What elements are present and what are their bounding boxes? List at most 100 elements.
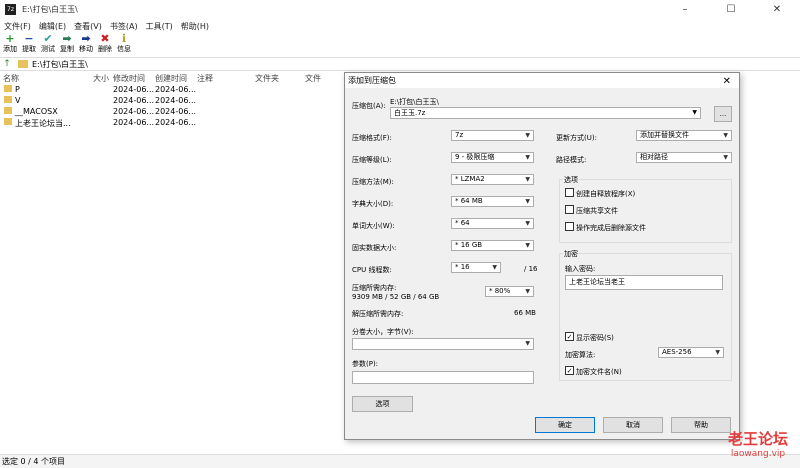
word-label: 单词大小(W): [352,222,395,230]
shared-checkbox[interactable] [565,205,574,214]
chevron-down-icon[interactable]: ▼ [692,108,697,118]
menu-help[interactable]: 帮助(H) [181,21,209,32]
method-value: * LZMA2 [455,175,485,183]
delete-after-checkbox[interactable] [565,222,574,231]
dialog-title-bar: 添加到压缩包 ✕ [345,73,739,88]
file-name: __MACOSX [15,107,58,116]
delete-button[interactable]: ✖ 删除 [96,33,114,56]
folder-icon [4,85,12,92]
address-path[interactable]: E:\打包\白王玉\ [32,59,88,70]
file-modified: 2024-06... [113,85,155,94]
decomp-value: 66 MB [514,309,536,317]
info-label: 信息 [117,45,131,53]
info-button[interactable]: ℹ 信息 [115,33,133,56]
options-button[interactable]: 选项 [352,396,413,412]
menu-file[interactable]: 文件(F) [4,21,31,32]
chevron-down-icon: ▼ [723,154,728,161]
table-row[interactable]: 上老王论坛当... 2024-06... 2024-06... [0,118,345,129]
update-label: 更新方式(U): [556,134,597,142]
copy-button[interactable]: ➡ 复制 [58,33,76,56]
extract-button[interactable]: − 提取 [20,33,38,56]
chevron-down-icon: ▼ [525,198,530,205]
title-bar: 7z E:\打包\白王玉\ – ☐ ✕ [0,0,800,19]
col-name[interactable]: 名称 [3,73,19,84]
chevron-down-icon: ▼ [723,132,728,139]
archive-name-input[interactable]: 白王玉.7z ▼ [390,107,701,119]
solid-value: * 16 GB [455,241,483,249]
dialog-title: 添加到压缩包 [348,76,396,85]
word-select[interactable]: * 64 ▼ [451,218,534,229]
up-folder-icon[interactable]: ↑ [0,59,14,69]
file-modified: 2024-06... [113,96,155,105]
file-created: 2024-06... [155,96,197,105]
close-icon[interactable]: ✕ [723,74,731,89]
extract-icon: − [24,32,34,45]
menu-bookmarks[interactable]: 书签(A) [110,21,138,32]
browse-button[interactable]: ... [714,106,732,122]
close-button[interactable]: ✕ [754,0,800,19]
password-input[interactable]: 上老王论坛当老王 [565,275,723,290]
copy-label: 复制 [60,45,74,53]
delete-after-label: 操作完成后删除源文件 [576,224,646,232]
move-button[interactable]: ➡ 移动 [77,33,95,56]
add-button[interactable]: + 添加 [1,33,19,56]
chevron-down-icon: ▼ [715,349,720,356]
cpu-value: * 16 [455,263,470,271]
minimize-button[interactable]: – [662,0,708,19]
folder-icon [4,107,12,114]
dict-label: 字典大小(D): [352,200,394,208]
table-row[interactable]: P 2024-06... 2024-06... [0,85,345,96]
ok-button[interactable]: 确定 [535,417,595,433]
table-row[interactable]: V 2024-06... 2024-06... [0,96,345,107]
menu-view[interactable]: 查看(V) [74,21,102,32]
col-files[interactable]: 文件 [305,73,321,84]
col-modified[interactable]: 修改时间 [113,73,145,84]
file-created: 2024-06... [155,85,197,94]
menu-tools[interactable]: 工具(T) [146,21,173,32]
dict-select[interactable]: * 64 MB ▼ [451,196,534,207]
col-comment[interactable]: 注释 [197,73,213,84]
encrypt-names-label: 加密文件名(N) [576,368,622,376]
add-label: 添加 [3,45,17,53]
folder-icon [4,96,12,103]
file-list: 名称 大小 修改时间 创建时间 注释 文件夹 文件 P 2024-06... 2… [0,72,345,454]
status-bar: 选定 0 / 4 个项目 [0,454,800,468]
file-created: 2024-06... [155,118,197,127]
file-modified: 2024-06... [113,118,155,127]
test-button[interactable]: ✔ 测试 [39,33,57,56]
test-label: 测试 [41,45,55,53]
table-row[interactable]: __MACOSX 2024-06... 2024-06... [0,107,345,118]
col-size[interactable]: 大小 [93,73,109,84]
level-select[interactable]: 9 - 极限压缩 ▼ [451,152,534,163]
delete-icon: ✖ [100,32,110,45]
menu-edit[interactable]: 编辑(E) [39,21,66,32]
mem-detail: 9309 MB / 52 GB / 64 GB [352,293,440,301]
cpu-total: / 16 [524,265,538,273]
method-select[interactable]: * LZMA2 ▼ [451,174,534,185]
format-label: 压缩格式(F): [352,134,392,142]
split-select[interactable]: ▼ [352,338,534,350]
cancel-button[interactable]: 取消 [603,417,663,433]
path-select[interactable]: 相对路径 ▼ [636,152,732,163]
solid-select[interactable]: * 16 GB ▼ [451,240,534,251]
params-input[interactable] [352,371,534,384]
show-password-checkbox[interactable]: ✓ [565,332,574,341]
cpu-select[interactable]: * 16 ▼ [451,262,501,273]
chevron-down-icon: ▼ [525,220,530,227]
enc-method-select[interactable]: AES-256 ▼ [658,347,724,358]
maximize-button[interactable]: ☐ [708,0,754,19]
mem-select[interactable]: * 80% ▼ [485,286,534,297]
show-password-label: 显示密码(S) [576,334,614,342]
path-value: 相对路径 [640,153,668,161]
file-name: P [15,85,20,94]
toolbar: + 添加 − 提取 ✔ 测试 ➡ 复制 ➡ 移动 ✖ 删除 ℹ 信息 [0,33,800,56]
sfx-checkbox[interactable] [565,188,574,197]
col-folders[interactable]: 文件夹 [255,73,279,84]
update-select[interactable]: 添加并替换文件 ▼ [636,130,732,141]
encrypt-names-checkbox[interactable]: ✓ [565,366,574,375]
mem-label: 压缩所需内存: [352,284,397,292]
col-created[interactable]: 创建时间 [155,73,187,84]
archive-label: 压缩包(A): [352,102,386,110]
level-value: 9 - 极限压缩 [455,153,495,161]
format-select[interactable]: 7z ▼ [451,130,534,141]
